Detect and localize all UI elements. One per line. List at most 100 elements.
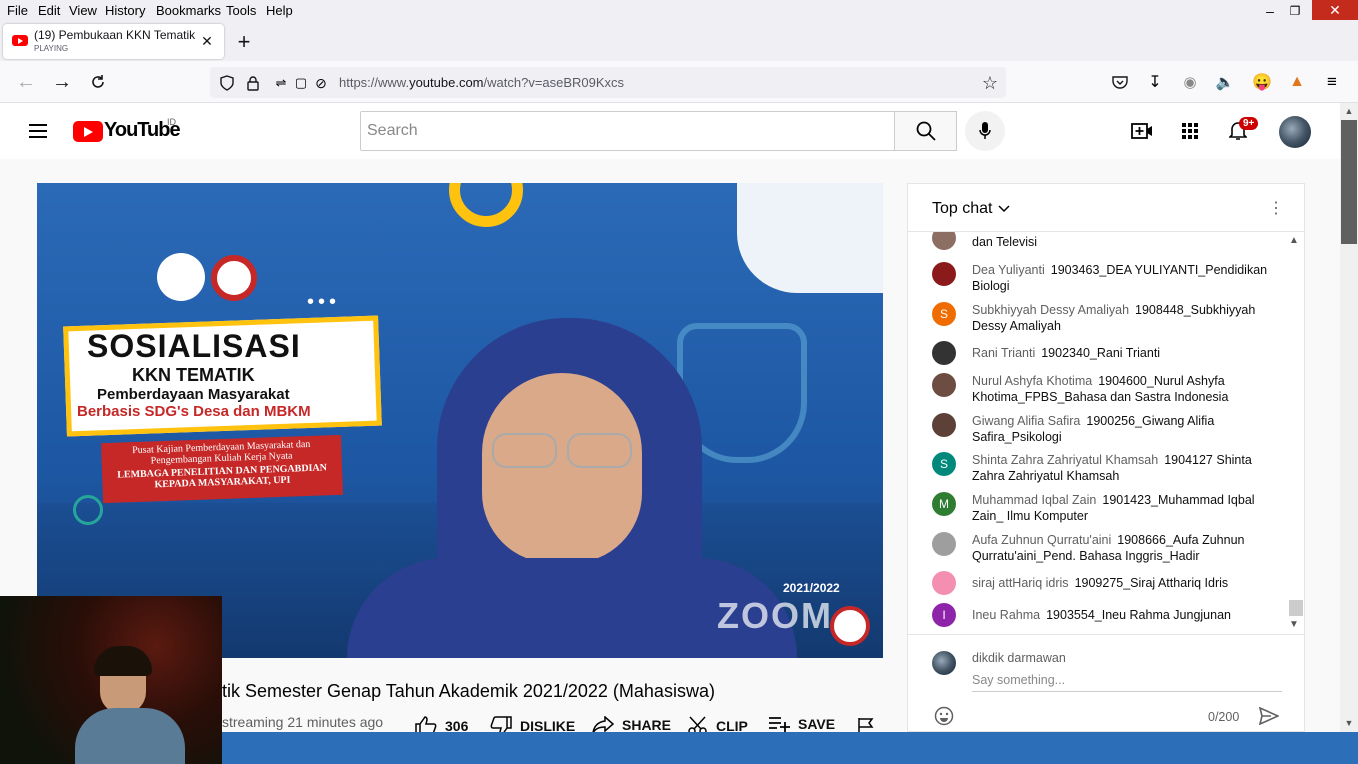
chat-username: dikdik darmawan (972, 651, 1066, 665)
downloads-icon[interactable]: ↧ (1145, 72, 1165, 92)
page-scrollbar[interactable]: ▲ ▼ (1340, 103, 1358, 732)
search-button[interactable] (894, 111, 957, 151)
chat-author[interactable]: Muhammad Iqbal Zain (972, 493, 1096, 507)
chat-message: 1902340_Rani Trianti (1041, 346, 1161, 360)
chat-message: 1909275_Siraj Atthariq Idris (1074, 576, 1229, 590)
guide-menu-icon[interactable] (26, 119, 50, 143)
chat-author[interactable]: Ineu Rahma (972, 608, 1040, 622)
emoji-icon[interactable] (933, 705, 955, 727)
chat-author[interactable]: Giwang Alifia Safira (972, 414, 1080, 428)
menu-file[interactable]: File (7, 3, 28, 18)
chat-avatar (932, 262, 956, 286)
tab-active[interactable]: (19) Pembukaan KKN Tematik S PLAYING ✕ (3, 24, 224, 59)
webcam-overlay (0, 596, 222, 764)
restore-icon[interactable]: ❐ (1287, 2, 1303, 20)
bookmark-star-icon[interactable]: ☆ (980, 73, 1000, 93)
address-bar[interactable]: ⇌ ▢ ⊘ https://www.youtube.com/watch?v=as… (210, 67, 1006, 98)
speaker-face (482, 373, 642, 563)
chat-avatar: M (932, 492, 956, 516)
send-icon[interactable] (1258, 705, 1280, 727)
page-scroll-up-icon[interactable]: ▲ (1342, 105, 1356, 117)
kemdikbud-logo (157, 253, 205, 301)
menu-view[interactable]: View (69, 3, 97, 18)
menu-tools[interactable]: Tools (226, 3, 256, 18)
page-scroll-thumb[interactable] (1341, 120, 1357, 244)
chat-avatar: S (932, 452, 956, 476)
account-avatar[interactable] (1279, 116, 1311, 148)
back-icon[interactable]: ← (14, 71, 38, 93)
chat-avatar: I (932, 603, 956, 627)
minimize-icon[interactable]: – (1262, 2, 1278, 20)
shield-icon[interactable] (218, 74, 236, 92)
youtube-logo-icon[interactable] (73, 121, 103, 142)
apps-grid-icon[interactable] (1178, 119, 1202, 143)
close-window-icon[interactable]: ✕ (1312, 0, 1358, 20)
chat-avatar (932, 413, 956, 437)
chat-author[interactable]: Subkhiyyah Dessy Amaliyah (972, 303, 1129, 317)
menu-help[interactable]: Help (266, 3, 293, 18)
search-input[interactable]: Search (360, 111, 895, 151)
menu-edit[interactable]: Edit (38, 3, 60, 18)
menu-history[interactable]: History (105, 3, 145, 18)
chat-message: dan Televisi (972, 235, 1038, 249)
chat-header: Top chat ⋮ (908, 184, 1304, 232)
chat-avatar (932, 232, 956, 250)
slide-dots: ••• (307, 291, 341, 313)
chat-more-options-icon[interactable]: ⋮ (1266, 198, 1286, 218)
paper-texture-shape (737, 183, 883, 293)
chat-author[interactable]: Rani Trianti (972, 346, 1035, 360)
emoji-extension-icon[interactable]: 😛 (1252, 72, 1272, 92)
chat-author[interactable]: Dea Yuliyanti (972, 263, 1045, 277)
lock-icon[interactable] (244, 74, 262, 92)
url-text[interactable]: https://www.youtube.com/watch?v=aseBR09K… (339, 75, 624, 90)
video-title: tik Semester Genap Tahun Akademik 2021/2… (222, 681, 715, 701)
glasses-left (492, 433, 557, 468)
voice-search-icon[interactable] (965, 111, 1005, 151)
chat-char-counter: 0/200 (1208, 710, 1240, 724)
user-avatar (932, 651, 956, 675)
chat-avatar: S (932, 302, 956, 326)
menu-bookmarks[interactable]: Bookmarks (156, 3, 221, 18)
video-player[interactable]: ••• SOSIALISASI KKN TEMATIK Pemberdayaan… (37, 183, 883, 658)
page-scroll-down-icon[interactable]: ▼ (1342, 717, 1356, 729)
reload-icon[interactable] (86, 71, 110, 93)
forward-icon[interactable]: → (50, 71, 74, 93)
menu-bar: File Edit View History Bookmarks Tools H… (0, 0, 1358, 22)
chat-scroll-thumb[interactable] (1289, 600, 1303, 616)
chat-author[interactable]: Shinta Zahra Zahriyatul Khamsah (972, 453, 1158, 467)
zoom-watermark: ZOOM (717, 595, 833, 636)
chat-scroll-down-icon[interactable]: ▼ (1288, 618, 1300, 630)
chat-scroll-up-icon[interactable]: ▲ (1288, 234, 1300, 246)
speaker-icon[interactable]: 🔈 (1215, 72, 1235, 92)
country-code: ID (167, 117, 176, 127)
globe-extension-icon[interactable]: ◉ (1180, 72, 1200, 92)
chat-message-input[interactable]: Say something... (972, 672, 1282, 692)
chat-author[interactable]: siraj attHariq idris (972, 576, 1069, 590)
chevron-down-icon[interactable] (996, 200, 1012, 218)
slide-title: SOSIALISASI (87, 328, 301, 364)
screen-share-blocked-icon[interactable]: ▢ (292, 74, 310, 92)
pocket-icon[interactable] (1110, 72, 1130, 92)
chat-author[interactable]: Aufa Zuhnun Qurratu'aini (972, 533, 1111, 547)
channel-watermark[interactable] (830, 606, 870, 646)
slide-line4: Berbasis SDG's Desa dan MBKM (77, 403, 311, 420)
save-label: SAVE (798, 716, 836, 732)
decorative-circle (73, 495, 103, 525)
save-button[interactable]: SAVE (768, 716, 835, 732)
new-tab-button[interactable]: + (232, 29, 256, 54)
metamask-icon[interactable]: ▲ (1287, 72, 1307, 92)
tab-title: (19) Pembukaan KKN Tematik S (34, 28, 199, 42)
autoplay-blocked-icon[interactable]: ⊘ (312, 74, 330, 92)
chat-author[interactable]: Nurul Ashyfa Khotima (972, 374, 1092, 388)
tab-close-icon[interactable]: ✕ (199, 33, 215, 49)
notification-badge: 9+ (1239, 117, 1259, 130)
search-icon (916, 121, 936, 141)
chat-input-placeholder: Say something... (972, 673, 1066, 687)
permissions-icon[interactable]: ⇌ (272, 74, 290, 92)
top-chat-dropdown[interactable]: Top chat (932, 200, 992, 218)
hamburger-menu-icon[interactable]: ≡ (1322, 72, 1342, 92)
search-placeholder: Search (367, 122, 418, 139)
video-meta: streaming 21 minutes ago (222, 714, 384, 730)
create-video-icon[interactable] (1130, 119, 1154, 143)
playlist-add-icon (769, 717, 790, 732)
